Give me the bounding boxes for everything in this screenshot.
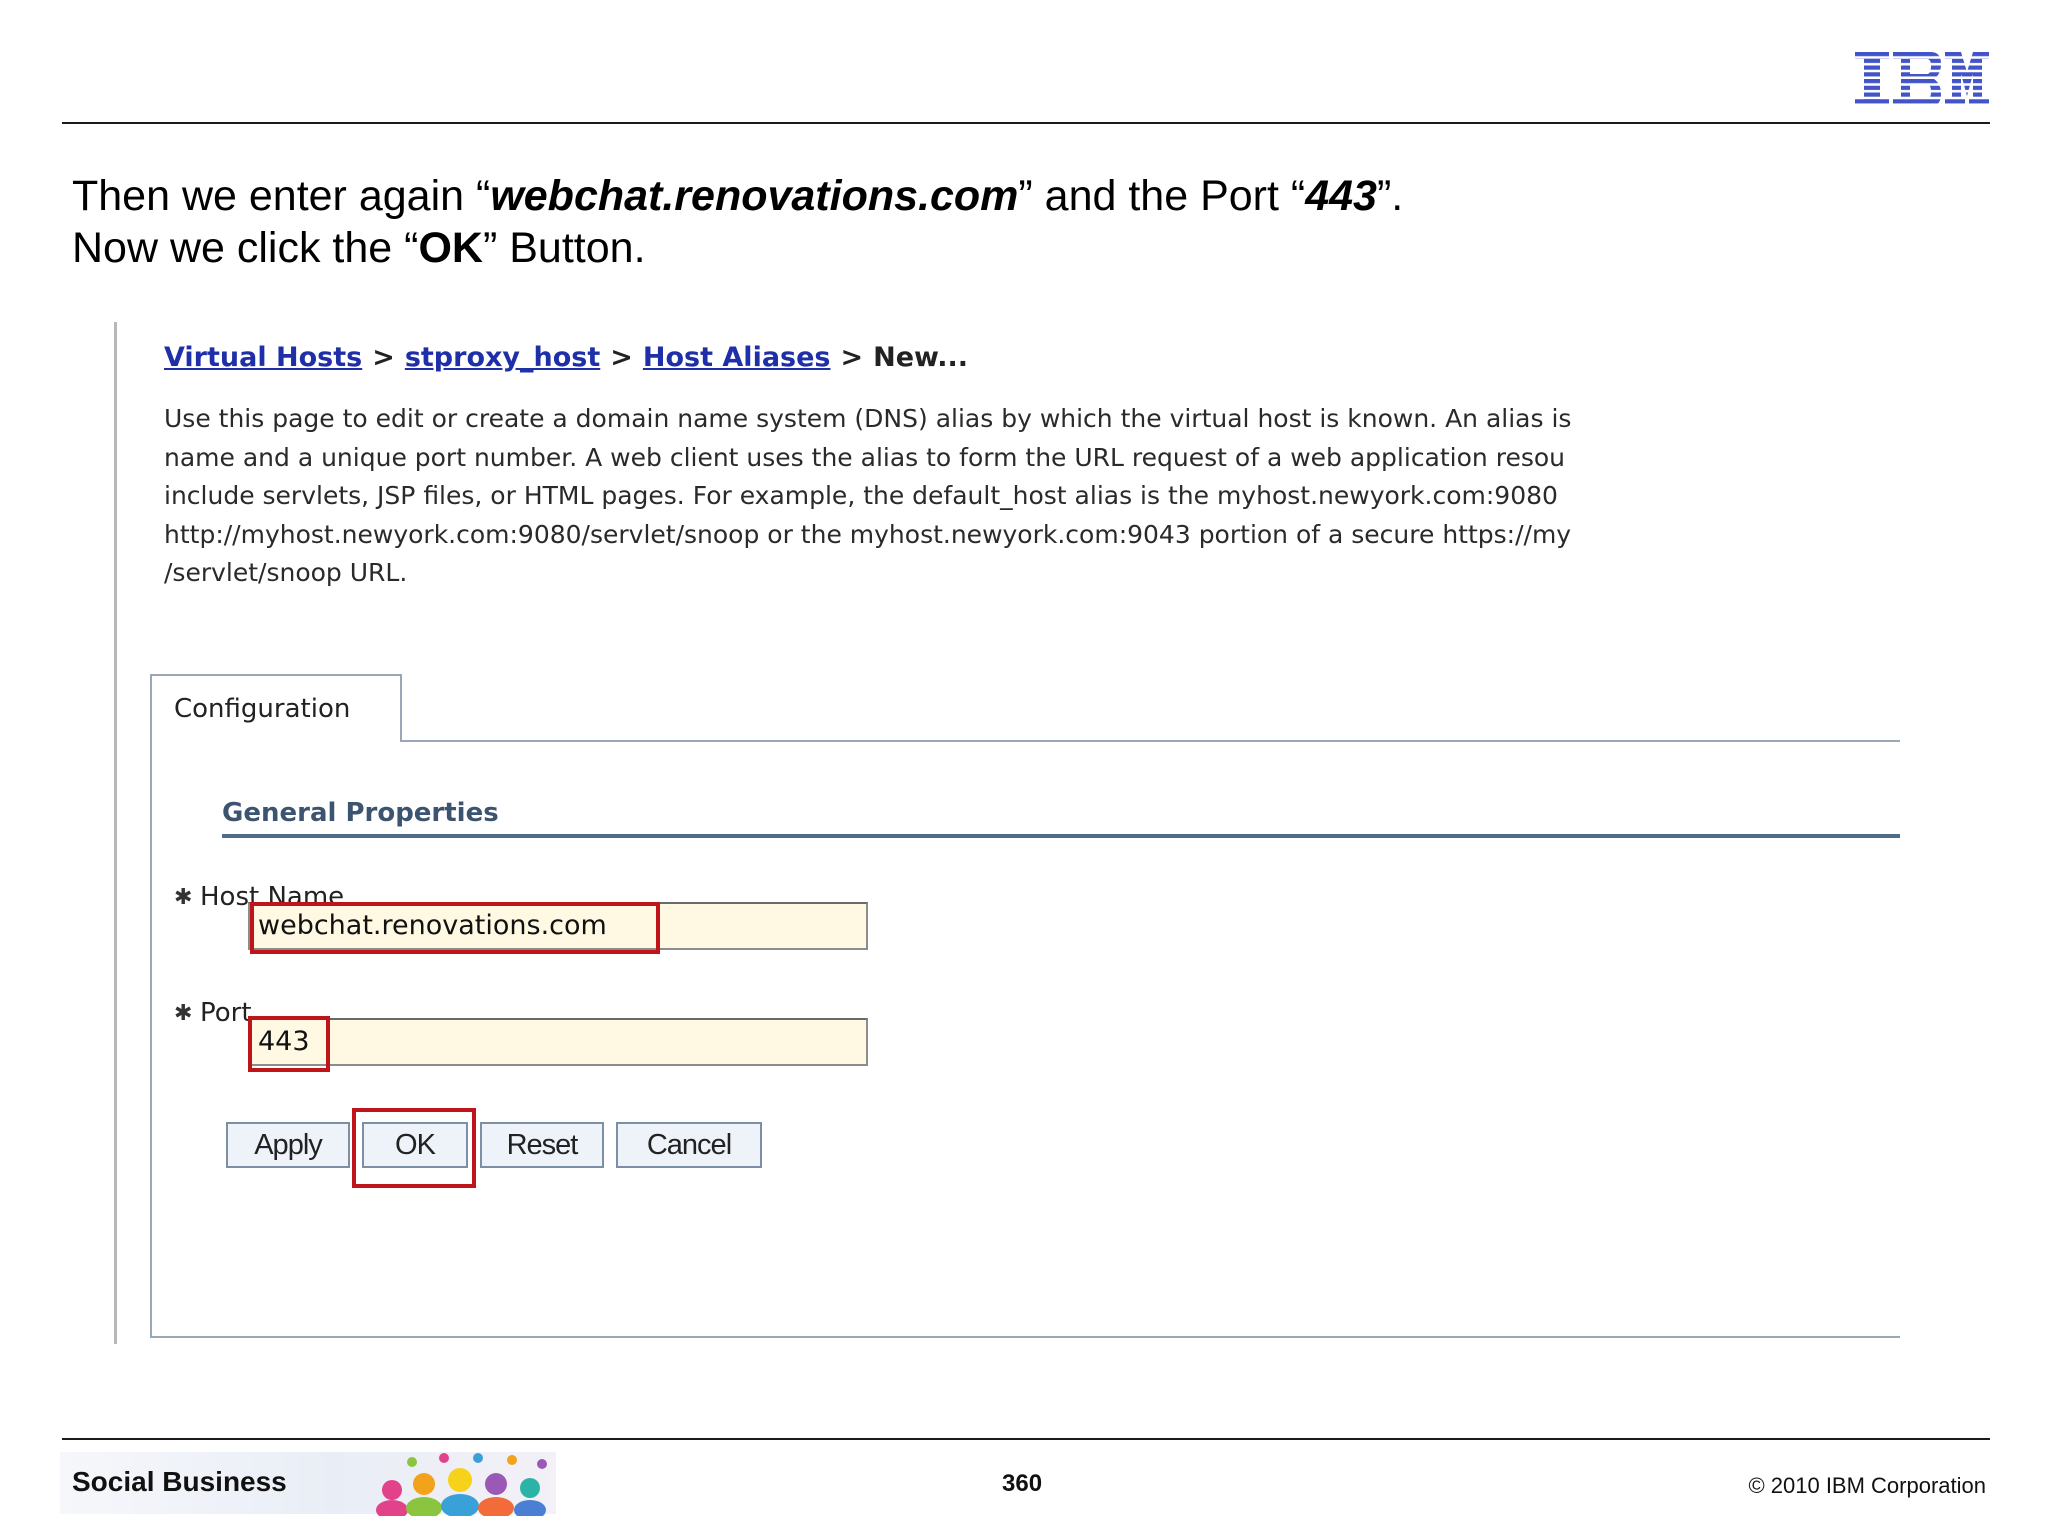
ok-button-highlight (352, 1108, 476, 1188)
breadcrumb-link-virtual-hosts[interactable]: Virtual Hosts (164, 342, 362, 373)
screenshot-edge (114, 322, 117, 1344)
header-rule (62, 122, 1990, 124)
tab-label: Configuration (174, 694, 351, 724)
breadcrumb-current: New... (873, 342, 969, 373)
port-highlight (248, 1016, 330, 1072)
page-description: Use this page to edit or create a domain… (164, 400, 1900, 593)
description-line: name and a unique port number. A web cli… (164, 442, 1565, 472)
copyright: © 2010 IBM Corporation (1748, 1473, 1986, 1498)
description-line: include servlets, JSP files, or HTML pag… (164, 481, 1558, 510)
panel-border-bottom (150, 1336, 1900, 1338)
host-name-highlight (250, 902, 660, 954)
general-properties-rule (222, 834, 1900, 838)
breadcrumb-link-stproxy-host[interactable]: stproxy_host (405, 342, 600, 373)
tab-underline (400, 740, 1900, 742)
instruction-line-1: Then we enter again “webchat.renovations… (72, 172, 1404, 220)
breadcrumb: Virtual Hosts > stproxy_host > Host Aliases >… (164, 342, 968, 373)
breadcrumb-separator: > (840, 342, 864, 373)
cancel-button[interactable]: Cancel (616, 1122, 762, 1168)
ibm-logo (1855, 52, 1989, 106)
reset-button[interactable]: Reset (480, 1122, 604, 1168)
panel-border-left (150, 740, 152, 1336)
description-line: /servlet/snoop URL. (164, 558, 408, 587)
tab-configuration[interactable]: Configuration (150, 674, 402, 742)
breadcrumb-separator: > (610, 342, 633, 373)
general-properties-title: General Properties (222, 798, 499, 828)
required-icon: ✱ (174, 1001, 193, 1026)
port-input[interactable]: 443 (248, 1018, 868, 1066)
description-line: http://myhost.newyork.com:9080/servlet/s… (164, 519, 1572, 549)
breadcrumb-separator: > (372, 342, 395, 373)
people-icon (376, 1453, 547, 1516)
footer-rule (62, 1438, 1990, 1440)
instructions: Then we enter again “webchat.renovations… (72, 170, 1403, 274)
required-icon: ✱ (174, 885, 193, 910)
console-screenshot: Virtual Hosts > stproxy_host > Host Aliases >… (114, 322, 1900, 1344)
footer-title: Social Business (72, 1466, 287, 1497)
configuration-panel: Configuration (150, 674, 1900, 1338)
description-line: Use this page to edit or create a domain… (164, 404, 1572, 433)
page-number: 360 (1002, 1470, 1043, 1497)
apply-button[interactable]: Apply (226, 1122, 350, 1168)
instruction-line-2: Now we click the “OK” Button. (72, 224, 646, 272)
port-label: Port (200, 998, 252, 1028)
breadcrumb-link-host-aliases[interactable]: Host Aliases (643, 342, 831, 373)
